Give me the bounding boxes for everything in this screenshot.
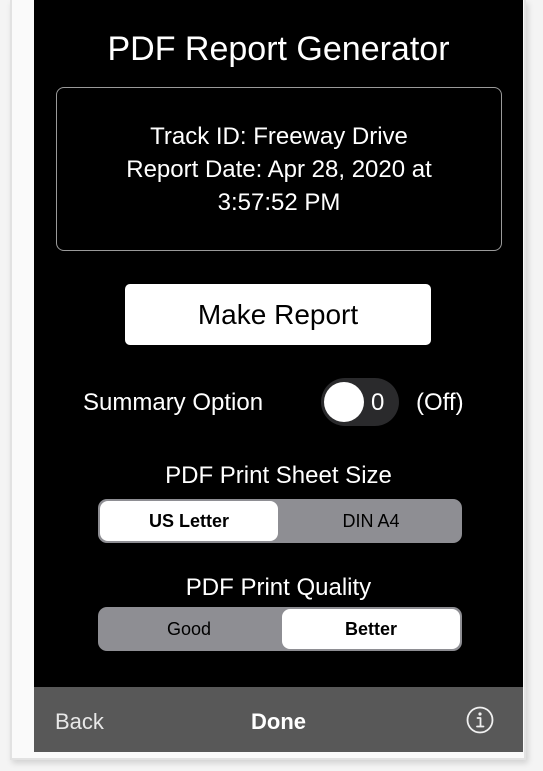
print-quality-segmented-control: Good Better <box>98 607 462 651</box>
summary-option-row: Summary Option 0 (Off) <box>34 378 523 428</box>
back-button[interactable]: Back <box>55 709 104 735</box>
summary-option-label: Summary Option <box>83 389 264 416</box>
report-time-text: 3:57:52 PM <box>217 188 341 216</box>
summary-state-text: (Off) <box>416 389 464 416</box>
sheet-size-label: PDF Print Sheet Size <box>165 462 392 489</box>
segment-good[interactable]: Good <box>100 609 278 649</box>
make-report-button[interactable]: Make Report <box>125 284 431 345</box>
toggle-knob <box>324 382 364 422</box>
report-info-box: Track ID: Freeway Drive Report Date: Apr… <box>56 87 502 251</box>
info-circle-icon[interactable] <box>465 705 495 735</box>
page-title: PDF Report Generator <box>107 30 450 68</box>
segment-din-a4[interactable]: DIN A4 <box>282 501 460 541</box>
done-button[interactable]: Done <box>251 709 306 734</box>
summary-toggle[interactable]: 0 <box>321 378 399 426</box>
report-date-text: Report Date: Apr 28, 2020 at <box>126 155 432 183</box>
segment-better[interactable]: Better <box>282 609 460 649</box>
bottom-toolbar: Back Done <box>34 687 523 752</box>
app-screen: PDF Report Generator Track ID: Freeway D… <box>34 0 523 752</box>
segment-us-letter[interactable]: US Letter <box>100 501 278 541</box>
done-button-wrap: Done <box>34 709 523 735</box>
track-id-text: Track ID: Freeway Drive <box>150 122 408 150</box>
print-quality-label: PDF Print Quality <box>185 574 372 601</box>
toggle-value: 0 <box>371 389 385 416</box>
sheet-size-segmented-control: US Letter DIN A4 <box>98 499 462 543</box>
